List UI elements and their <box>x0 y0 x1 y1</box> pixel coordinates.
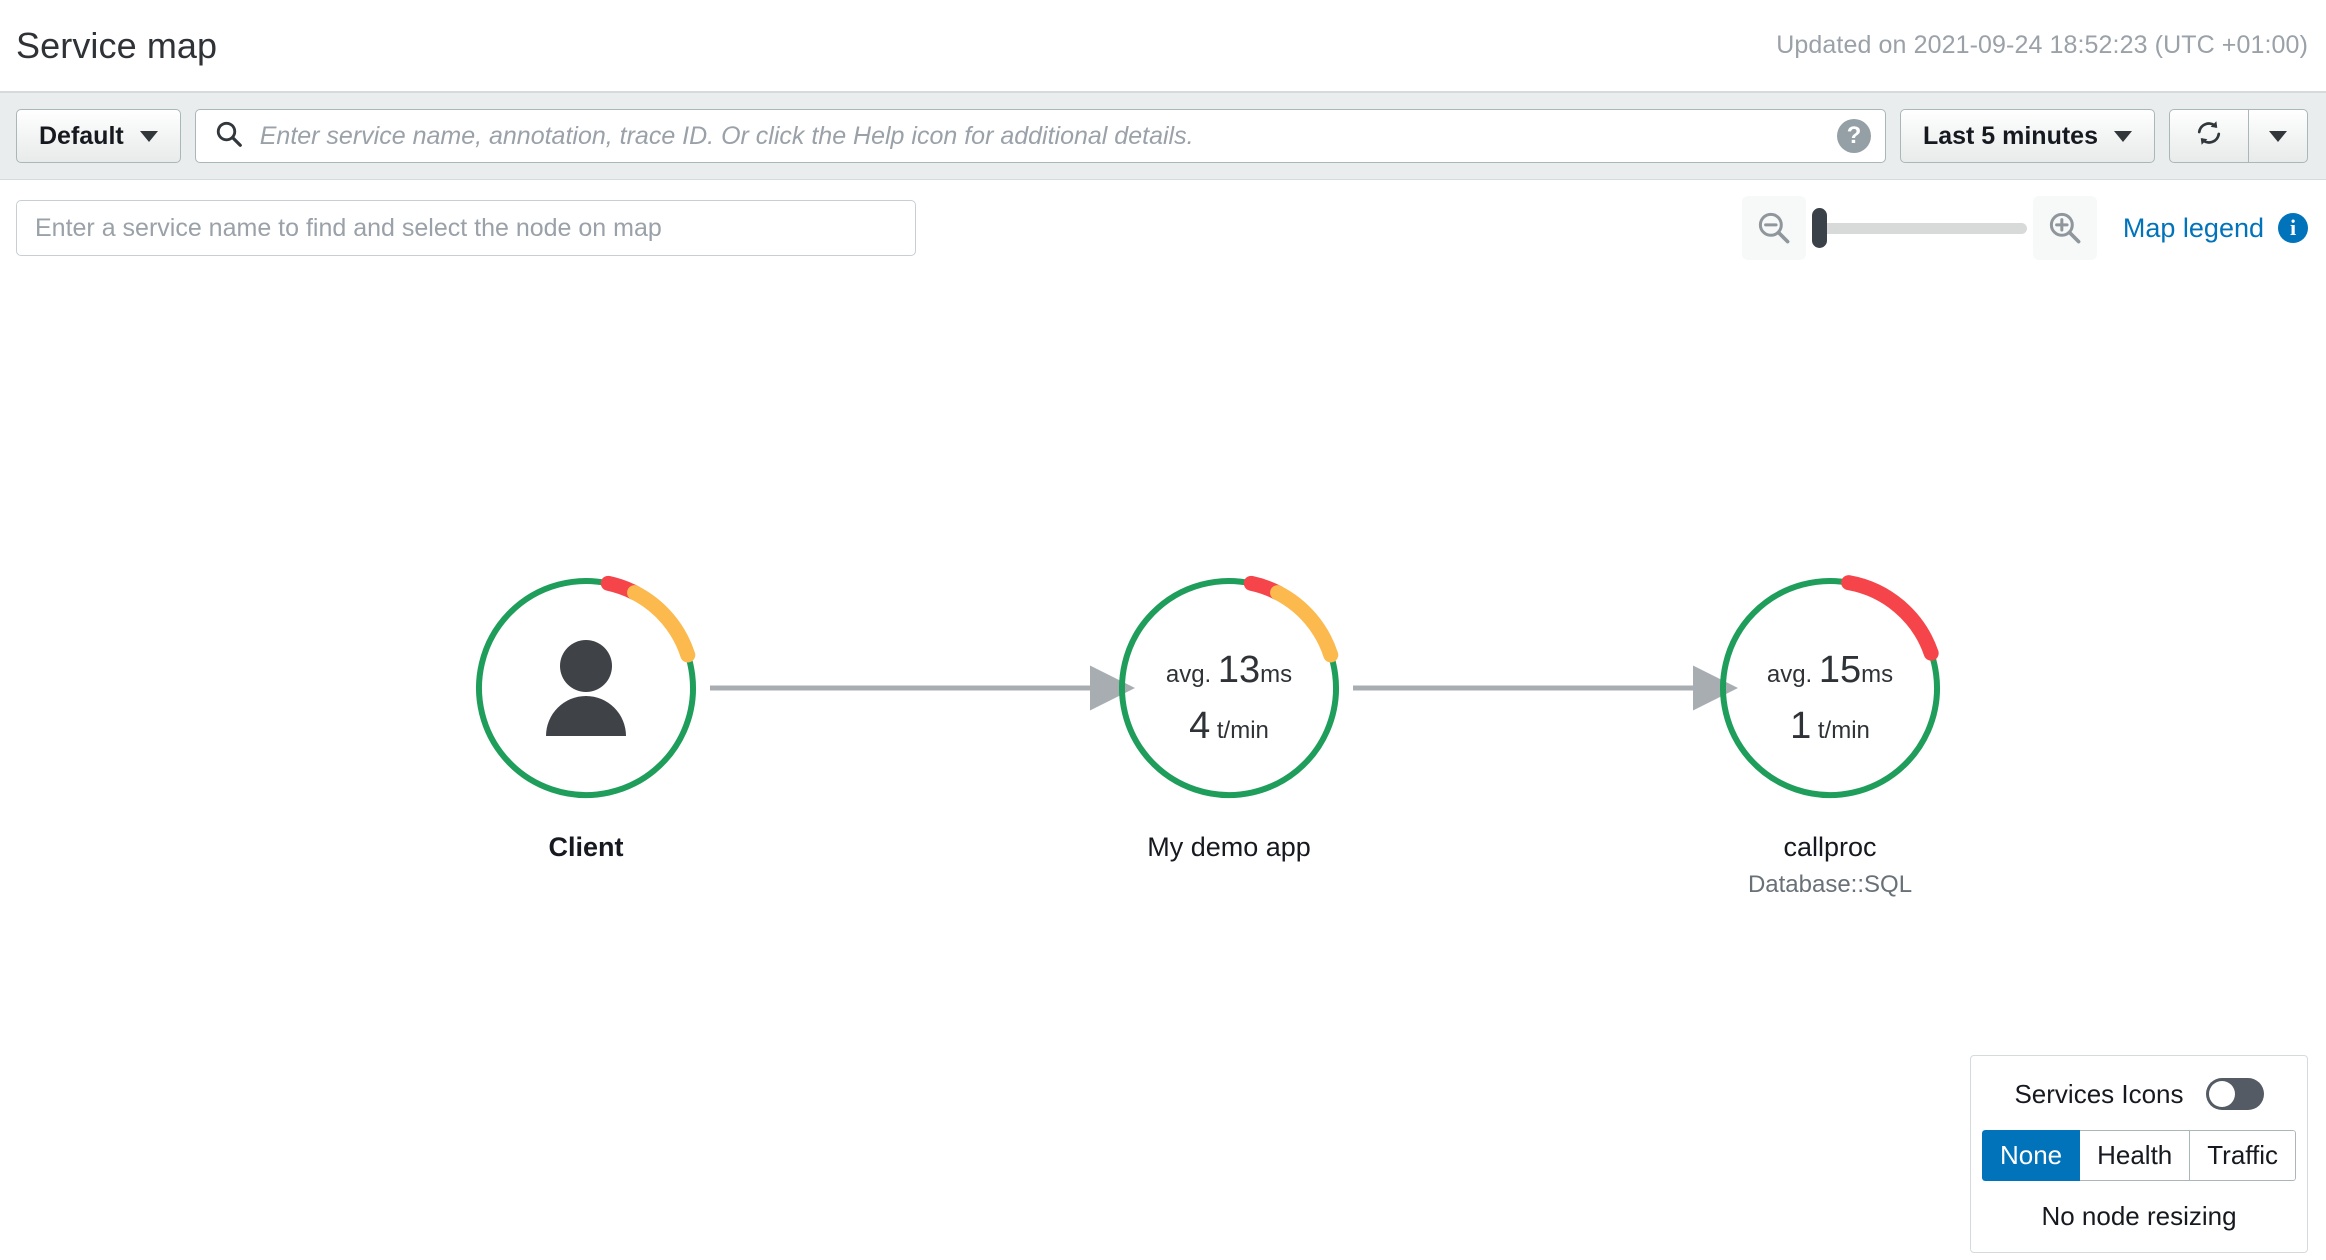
time-range-label: Last 5 minutes <box>1922 121 2098 150</box>
node-avg-latency: avg. 15ms <box>1767 649 1893 691</box>
last-updated-text: Updated on 2021-09-24 18:52:23 (UTC +01:… <box>1776 31 2308 59</box>
services-icons-row: Services Icons <box>2014 1078 2264 1110</box>
zoom-slider[interactable] <box>1811 196 2027 260</box>
zoom-out-button[interactable] <box>1741 196 1806 260</box>
node-health-arc <box>1841 575 1939 661</box>
refresh-button[interactable] <box>2169 109 2248 163</box>
node-sizing-segmented-control: None Health Traffic <box>1981 1130 2297 1181</box>
node-traffic-rate: 4 t/min <box>1189 705 1269 747</box>
page-header: Service map Updated on 2021-09-24 18:52:… <box>0 0 2326 93</box>
sizing-segment-health[interactable]: Health <box>2080 1130 2191 1181</box>
help-icon[interactable]: ? <box>1836 119 1871 153</box>
node-health-arc <box>627 585 696 663</box>
find-node-input[interactable] <box>16 200 916 256</box>
chevron-down-icon <box>2269 130 2287 142</box>
node-resizing-status: No node resizing <box>2041 1201 2237 1231</box>
map-legend-link[interactable]: Map legend i <box>2123 213 2308 244</box>
node-label: Client <box>548 832 623 862</box>
node-label: My demo app <box>1147 832 1311 862</box>
refresh-icon <box>2194 118 2224 155</box>
map-settings-panel: Services Icons None Health Traffic No node… <box>1970 1055 2308 1253</box>
services-icons-toggle[interactable] <box>2205 1078 2264 1110</box>
zoom-slider-track <box>1811 222 2027 234</box>
map-node-callproc[interactable]: avg. 15ms1 t/mincallprocDatabase::SQL <box>1720 575 1940 898</box>
map-node-my-demo-app[interactable]: avg. 13ms 4 t/min My demo app <box>1119 575 1339 862</box>
filter-preset-dropdown[interactable]: Default <box>16 109 181 163</box>
node-avg-latency: avg. 13ms <box>1166 649 1292 691</box>
refresh-button-group <box>2169 109 2308 163</box>
map-controls-row: Map legend i <box>0 180 2326 276</box>
map-legend-label: Map legend <box>2122 212 2264 243</box>
page-title: Service map <box>16 24 218 66</box>
node-sublabel: Database::SQL <box>1748 871 1912 898</box>
search-icon <box>214 119 244 154</box>
search-bar[interactable]: ? <box>194 109 1886 163</box>
search-input[interactable] <box>257 120 1823 152</box>
map-nodes: Client avg. 13ms 4 t/min My demo app avg. 15… <box>476 575 1940 898</box>
sizing-segment-none[interactable]: None <box>1981 1130 2081 1181</box>
info-icon: i <box>2278 213 2308 243</box>
node-traffic-rate: 1 t/min <box>1790 705 1870 747</box>
zoom-controls: Map legend i <box>1741 196 2308 260</box>
zoom-slider-thumb[interactable] <box>1811 208 1827 248</box>
map-node-client[interactable]: Client <box>476 575 696 862</box>
filter-preset-label: Default <box>39 121 124 150</box>
sizing-segment-traffic[interactable]: Traffic <box>2190 1130 2297 1181</box>
chevron-down-icon <box>2114 130 2132 142</box>
chevron-down-icon <box>139 130 158 142</box>
refresh-options-dropdown[interactable] <box>2248 109 2308 163</box>
zoom-in-button[interactable] <box>2032 196 2097 260</box>
node-label: callproc <box>1783 832 1876 862</box>
toolbar: Default ? Last 5 minutes <box>0 93 2326 180</box>
services-icons-label: Services Icons <box>2014 1078 2184 1109</box>
time-range-dropdown[interactable]: Last 5 minutes <box>1899 109 2155 163</box>
user-icon <box>546 640 626 736</box>
node-health-arc <box>1270 585 1339 663</box>
toggle-knob <box>2208 1081 2235 1107</box>
